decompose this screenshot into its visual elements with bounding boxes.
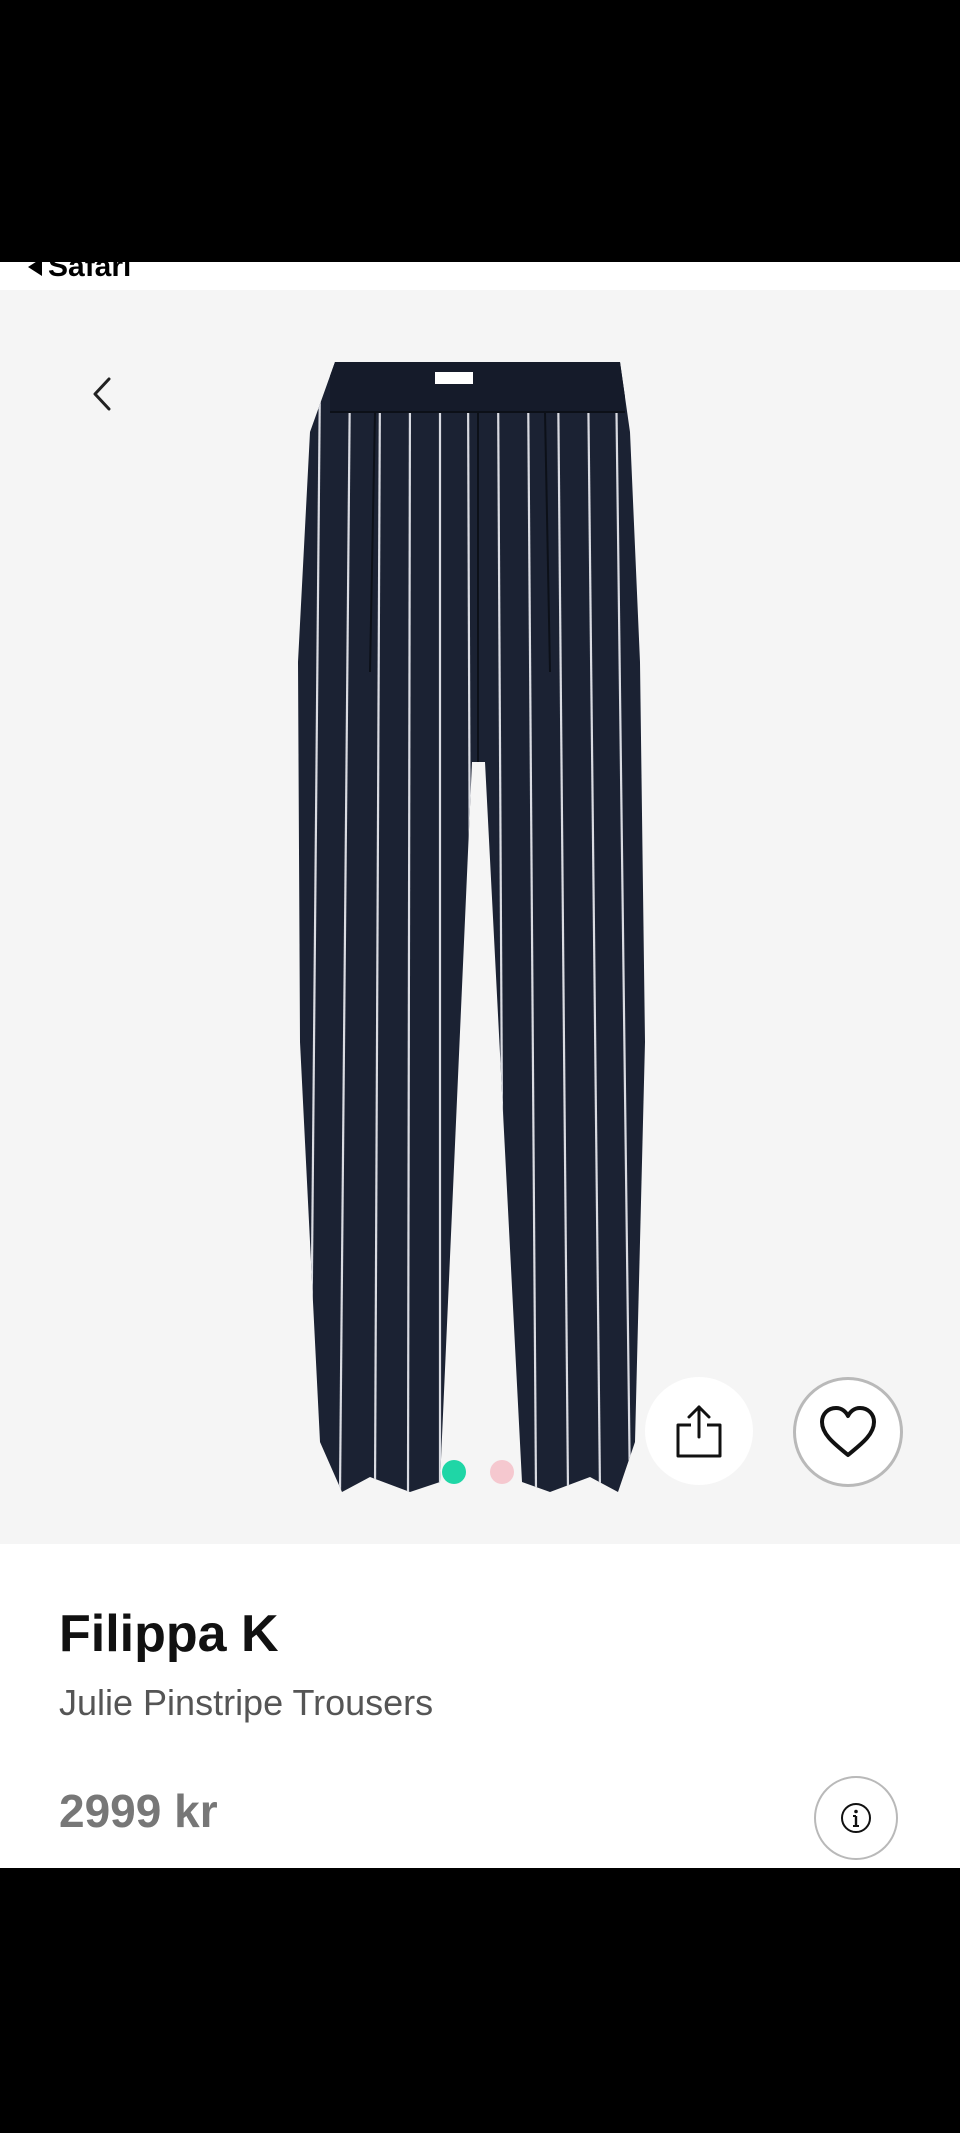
favorite-button[interactable] bbox=[793, 1377, 903, 1487]
bottom-letterbox bbox=[0, 1868, 960, 2133]
share-button[interactable] bbox=[645, 1377, 753, 1485]
chevron-left-icon bbox=[93, 377, 111, 411]
info-icon bbox=[841, 1803, 871, 1833]
brand-name[interactable]: Filippa K bbox=[59, 1604, 279, 1664]
product-image bbox=[298, 362, 645, 1492]
product-image-gallery[interactable] bbox=[0, 290, 960, 1544]
return-to-safari[interactable]: Safari bbox=[28, 262, 131, 284]
top-letterbox bbox=[0, 0, 960, 262]
gallery-pagination bbox=[442, 1460, 514, 1484]
status-bar: Safari bbox=[0, 262, 960, 290]
gallery-dot-2[interactable] bbox=[490, 1460, 514, 1484]
heart-icon bbox=[820, 1406, 876, 1457]
product-info: Filippa K Julie Pinstripe Trousers 2999 … bbox=[0, 1544, 960, 1868]
back-button[interactable] bbox=[78, 370, 126, 418]
back-triangle-icon bbox=[28, 262, 42, 276]
product-name: Julie Pinstripe Trousers bbox=[59, 1682, 434, 1723]
share-icon bbox=[676, 1405, 722, 1458]
price-info-button[interactable] bbox=[814, 1776, 898, 1860]
gallery-dot-1[interactable] bbox=[442, 1460, 466, 1484]
product-price: 2999 kr bbox=[59, 1785, 218, 1837]
return-app-label: Safari bbox=[48, 262, 132, 283]
